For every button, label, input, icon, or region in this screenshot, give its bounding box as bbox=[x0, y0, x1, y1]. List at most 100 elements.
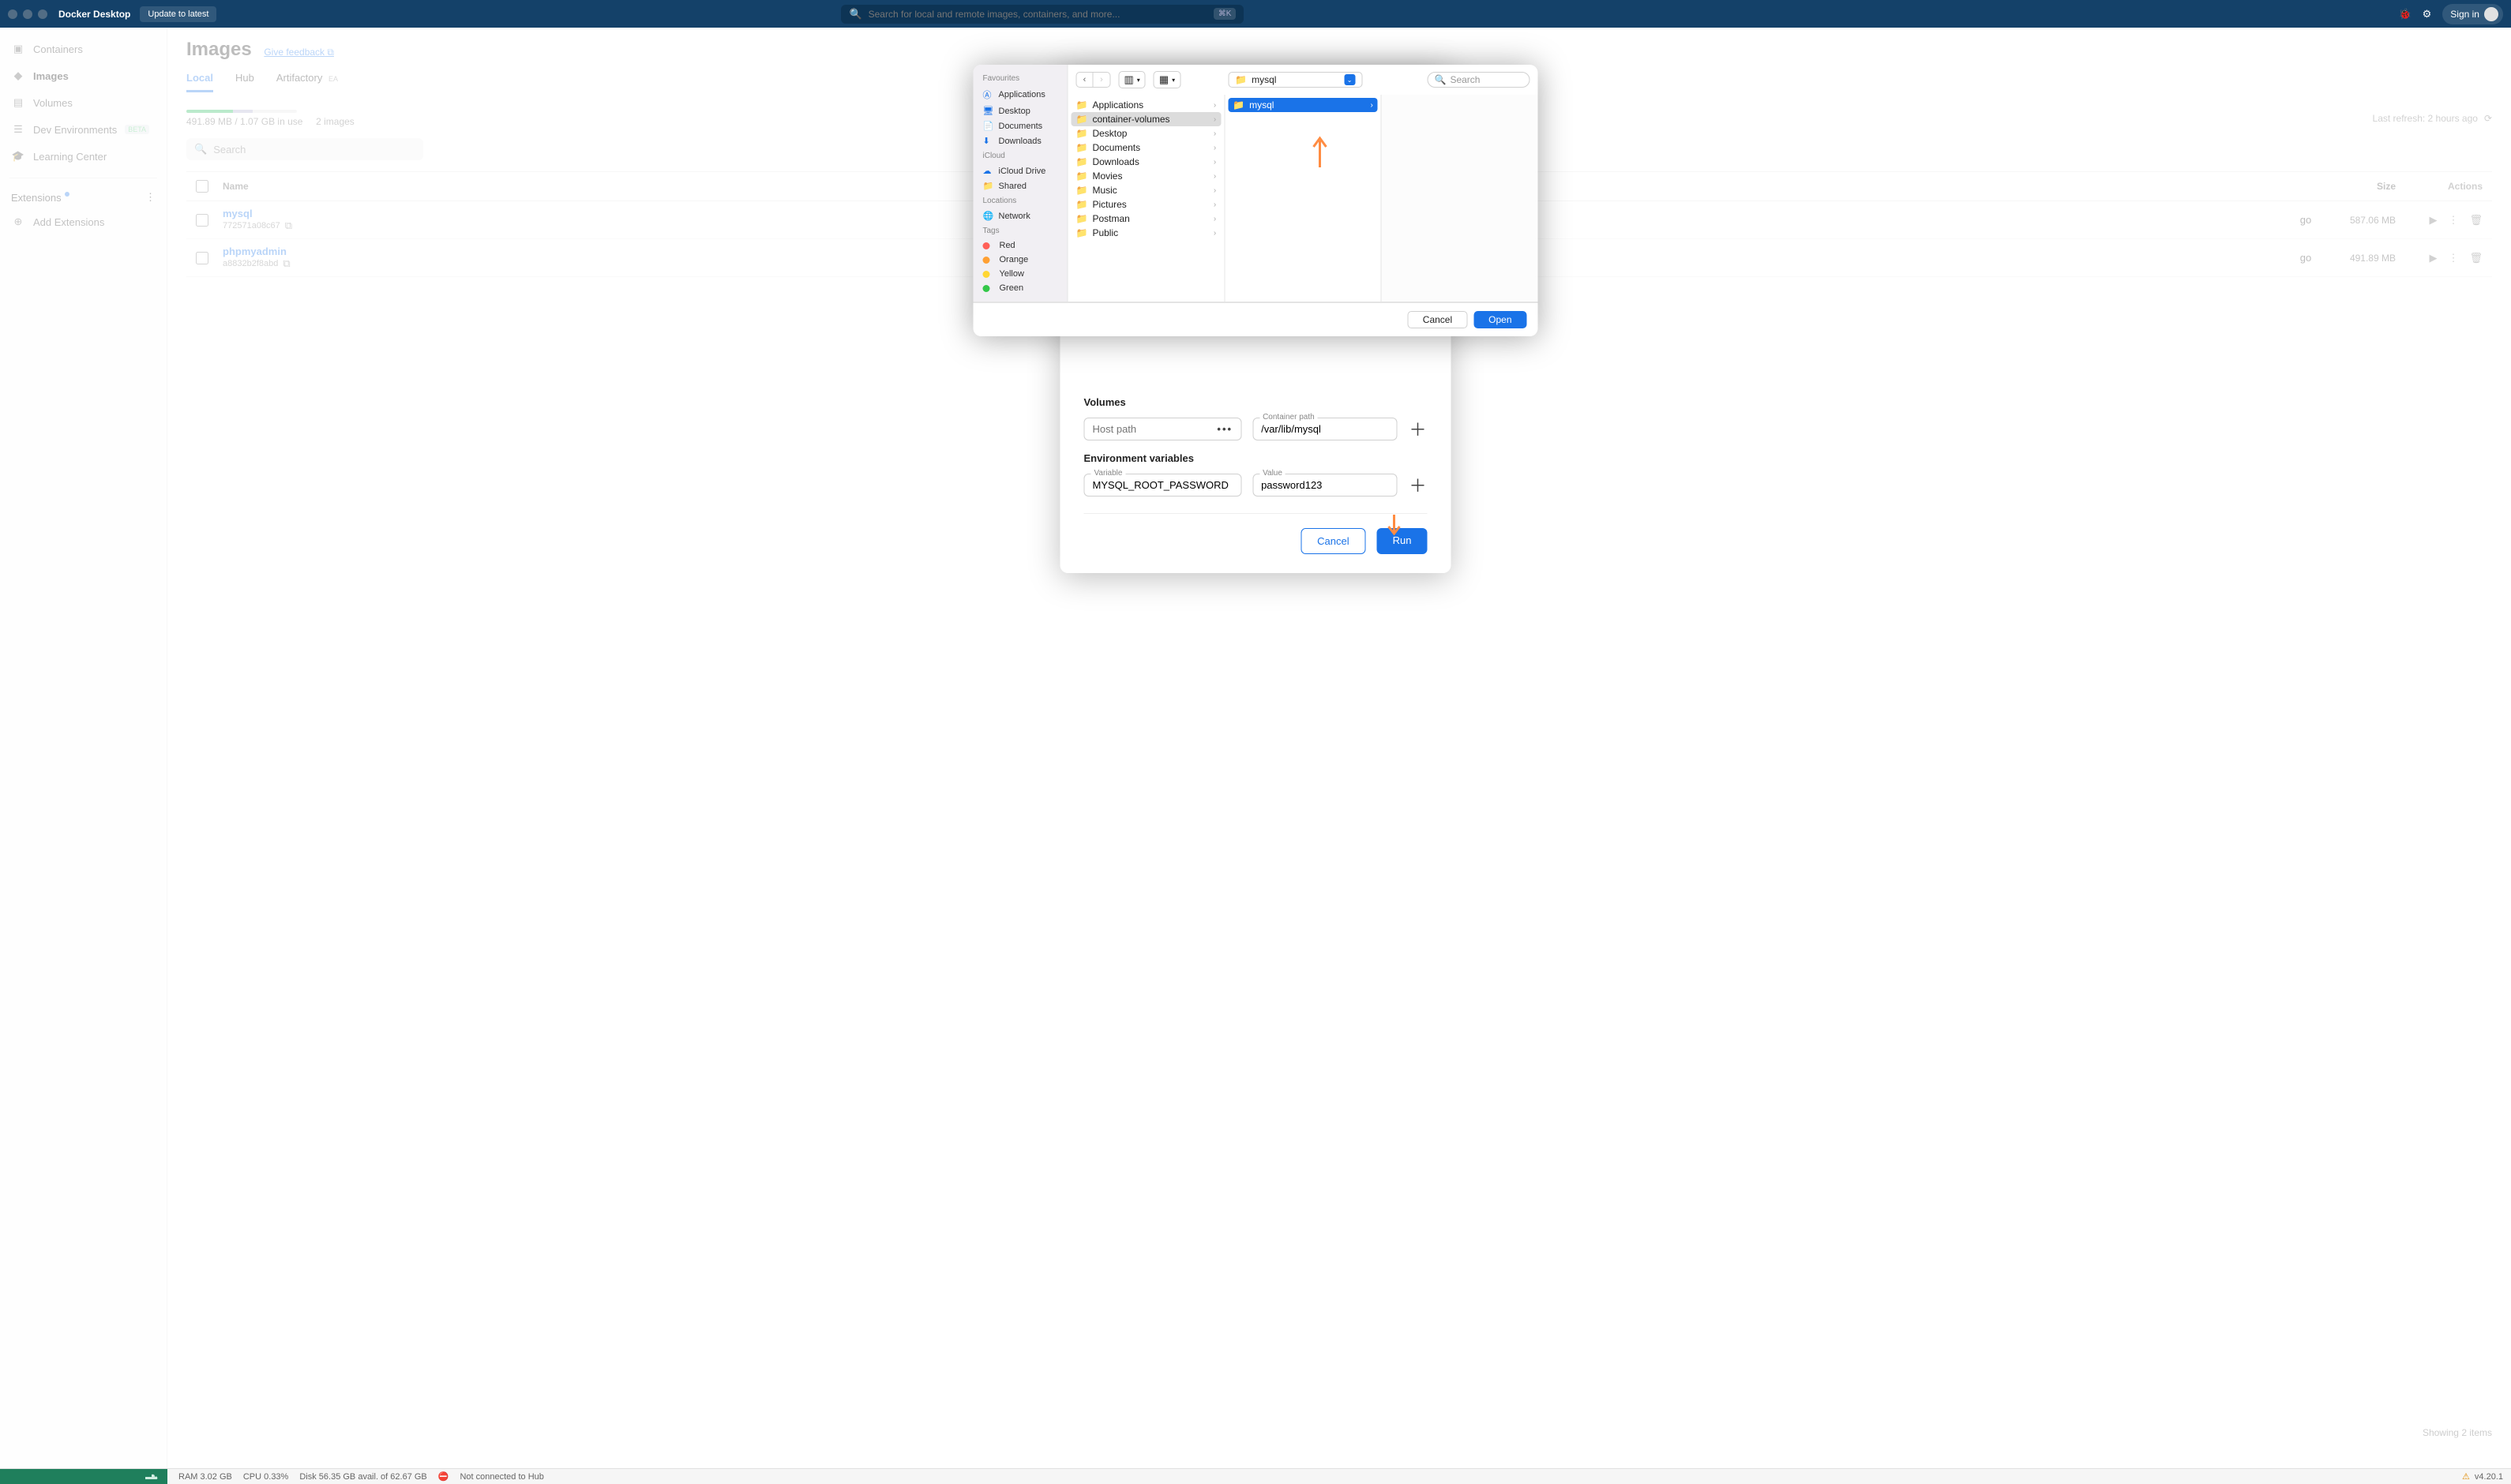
folder-item[interactable]: 📁container-volumes› bbox=[1072, 112, 1222, 126]
applications-icon: Ⓐ bbox=[983, 88, 994, 101]
folder-item[interactable]: 📁Public› bbox=[1068, 226, 1225, 240]
add-volume-button[interactable]: ＋ bbox=[1409, 416, 1428, 441]
chevron-right-icon: › bbox=[1214, 129, 1216, 138]
tag-yellow[interactable]: Yellow bbox=[974, 267, 1068, 281]
global-search-input[interactable] bbox=[869, 9, 1214, 20]
folder-label: Downloads bbox=[1092, 156, 1139, 167]
engine-status[interactable] bbox=[0, 1469, 167, 1484]
sidebar-network[interactable]: 🌐Network bbox=[974, 208, 1068, 223]
add-env-button[interactable]: ＋ bbox=[1409, 472, 1428, 497]
folder-item[interactable]: 📁Applications› bbox=[1068, 98, 1225, 112]
env-variable-input[interactable] bbox=[1093, 479, 1233, 491]
sidebar-label: Applications bbox=[999, 90, 1045, 99]
sign-in-button[interactable]: Sign in bbox=[2442, 4, 2503, 24]
update-button[interactable]: Update to latest bbox=[140, 6, 216, 22]
tag-label: Orange bbox=[1000, 255, 1029, 264]
sidebar-icloud-drive[interactable]: ☁iCloud Drive bbox=[974, 163, 1068, 178]
folder-item[interactable]: 📁 Postman › bbox=[1068, 212, 1225, 226]
finder-sidebar: Favourites Ⓐ Applications 🖥Desktop 📄 Docum… bbox=[974, 65, 1068, 302]
browse-icon[interactable]: ••• bbox=[1217, 423, 1233, 435]
minimize-window-icon[interactable] bbox=[23, 9, 32, 19]
folder-icon: 📁 bbox=[1076, 128, 1088, 139]
maximize-window-icon[interactable] bbox=[38, 9, 47, 19]
bug-icon[interactable]: 🐞 bbox=[2398, 8, 2411, 21]
env-variable-field[interactable]: Variable bbox=[1084, 474, 1242, 497]
folder-label: Applications bbox=[1092, 99, 1143, 111]
nav-forward-button[interactable]: › bbox=[1094, 72, 1111, 88]
sidebar-label: Downloads bbox=[999, 137, 1042, 146]
sidebar-label: Network bbox=[999, 212, 1030, 221]
finder-column-2: 📁mysql› bbox=[1225, 95, 1382, 302]
folder-icon: 📁 bbox=[1076, 99, 1088, 111]
container-path-field[interactable]: Container path bbox=[1252, 418, 1397, 440]
tag-label: Green bbox=[1000, 283, 1024, 293]
sidebar-label: Shared bbox=[999, 182, 1027, 191]
sidebar-documents[interactable]: 📄 Documents bbox=[974, 118, 1068, 133]
finder-column-3 bbox=[1382, 95, 1538, 302]
tag-dot-icon bbox=[983, 285, 990, 292]
folder-icon: 📁 bbox=[1076, 227, 1088, 238]
icloud-heading: iCloud bbox=[974, 148, 1068, 163]
container-path-input[interactable] bbox=[1261, 423, 1388, 435]
env-value-input[interactable] bbox=[1261, 479, 1388, 491]
sidebar-label: Desktop bbox=[999, 107, 1030, 116]
search-icon: 🔍 bbox=[1435, 74, 1447, 85]
sidebar-shared[interactable]: 📁 Shared bbox=[974, 178, 1068, 193]
finder-column-1: 📁 Applications › 📁container-volumes›📁Deskto… bbox=[1068, 95, 1225, 302]
folder-item[interactable]: 📁Documents› bbox=[1068, 141, 1225, 155]
search-icon: 🔍 bbox=[849, 8, 861, 21]
finder-search[interactable]: 🔍 Search bbox=[1428, 72, 1530, 88]
folder-item[interactable]: 📁Movies› bbox=[1068, 169, 1225, 183]
ram-status: RAM 3.02 GB bbox=[178, 1472, 232, 1482]
chevron-right-icon: › bbox=[1214, 215, 1216, 223]
disk-status: Disk 56.35 GB avail. of 62.67 GB bbox=[299, 1472, 426, 1482]
favourites-heading: Favourites bbox=[974, 71, 1068, 86]
avatar-icon bbox=[2484, 7, 2498, 21]
chevron-right-icon: › bbox=[1214, 158, 1216, 167]
tag-orange[interactable]: Orange bbox=[974, 253, 1068, 267]
tag-red[interactable]: Red bbox=[974, 238, 1068, 253]
nav-back-button[interactable]: ‹ bbox=[1076, 72, 1094, 88]
env-value-field[interactable]: Value bbox=[1252, 474, 1397, 497]
folder-item[interactable]: 📁Desktop› bbox=[1068, 126, 1225, 141]
close-window-icon[interactable] bbox=[8, 9, 17, 19]
version-label: v4.20.1 bbox=[2475, 1472, 2503, 1482]
host-path-input[interactable] bbox=[1093, 423, 1191, 435]
folder-icon: 📁 bbox=[1235, 74, 1247, 85]
sidebar-desktop[interactable]: 🖥Desktop bbox=[974, 103, 1068, 118]
dropdown-icon[interactable]: ⌄ bbox=[1344, 74, 1355, 85]
folder-item[interactable]: 📁Pictures› bbox=[1068, 197, 1225, 212]
sign-in-label: Sign in bbox=[2450, 9, 2479, 20]
window-controls[interactable] bbox=[8, 9, 47, 19]
folder-icon: 📁 bbox=[1233, 99, 1244, 111]
global-search[interactable]: 🔍 ⌘K bbox=[841, 5, 1244, 24]
downloads-icon: ⬇ bbox=[983, 136, 994, 146]
tag-green[interactable]: Green bbox=[974, 281, 1068, 295]
modal-cancel-button[interactable]: Cancel bbox=[1301, 528, 1365, 554]
path-selector[interactable]: 📁 mysql ⌄ bbox=[1228, 72, 1362, 88]
chevron-right-icon: › bbox=[1214, 186, 1216, 195]
tag-dot-icon bbox=[983, 271, 990, 278]
view-grid-button[interactable]: ▦ ▾ bbox=[1154, 71, 1180, 88]
chevron-right-icon: › bbox=[1214, 172, 1216, 181]
sidebar-downloads[interactable]: ⬇ Downloads bbox=[974, 133, 1068, 148]
folder-item[interactable]: 📁Music› bbox=[1068, 183, 1225, 197]
host-path-field[interactable]: ••• bbox=[1084, 418, 1242, 440]
folder-label: Postman bbox=[1092, 213, 1129, 224]
folder-label: mysql bbox=[1249, 99, 1274, 111]
finder-cancel-button[interactable]: Cancel bbox=[1408, 311, 1467, 328]
sidebar-applications[interactable]: Ⓐ Applications bbox=[974, 86, 1068, 103]
warning-icon[interactable]: ⚠ bbox=[2462, 1471, 2470, 1482]
sidebar-label: Documents bbox=[999, 122, 1043, 131]
view-columns-button[interactable]: ▥ ▾ bbox=[1119, 71, 1146, 88]
finder-open-button[interactable]: Open bbox=[1473, 311, 1526, 328]
file-picker-dialog: Favourites Ⓐ Applications 🖥Desktop 📄 Docum… bbox=[974, 65, 1538, 336]
documents-icon: 📄 bbox=[983, 121, 994, 131]
settings-icon[interactable]: ⚙ bbox=[2423, 8, 2432, 21]
cpu-status: CPU 0.33% bbox=[243, 1472, 288, 1482]
folder-item[interactable]: 📁Downloads› bbox=[1068, 155, 1225, 169]
folder-item[interactable]: 📁mysql› bbox=[1228, 98, 1378, 112]
folder-icon: 📁 bbox=[1076, 213, 1088, 224]
shared-icon: 📁 bbox=[983, 181, 994, 191]
tag-label: Red bbox=[1000, 241, 1015, 250]
